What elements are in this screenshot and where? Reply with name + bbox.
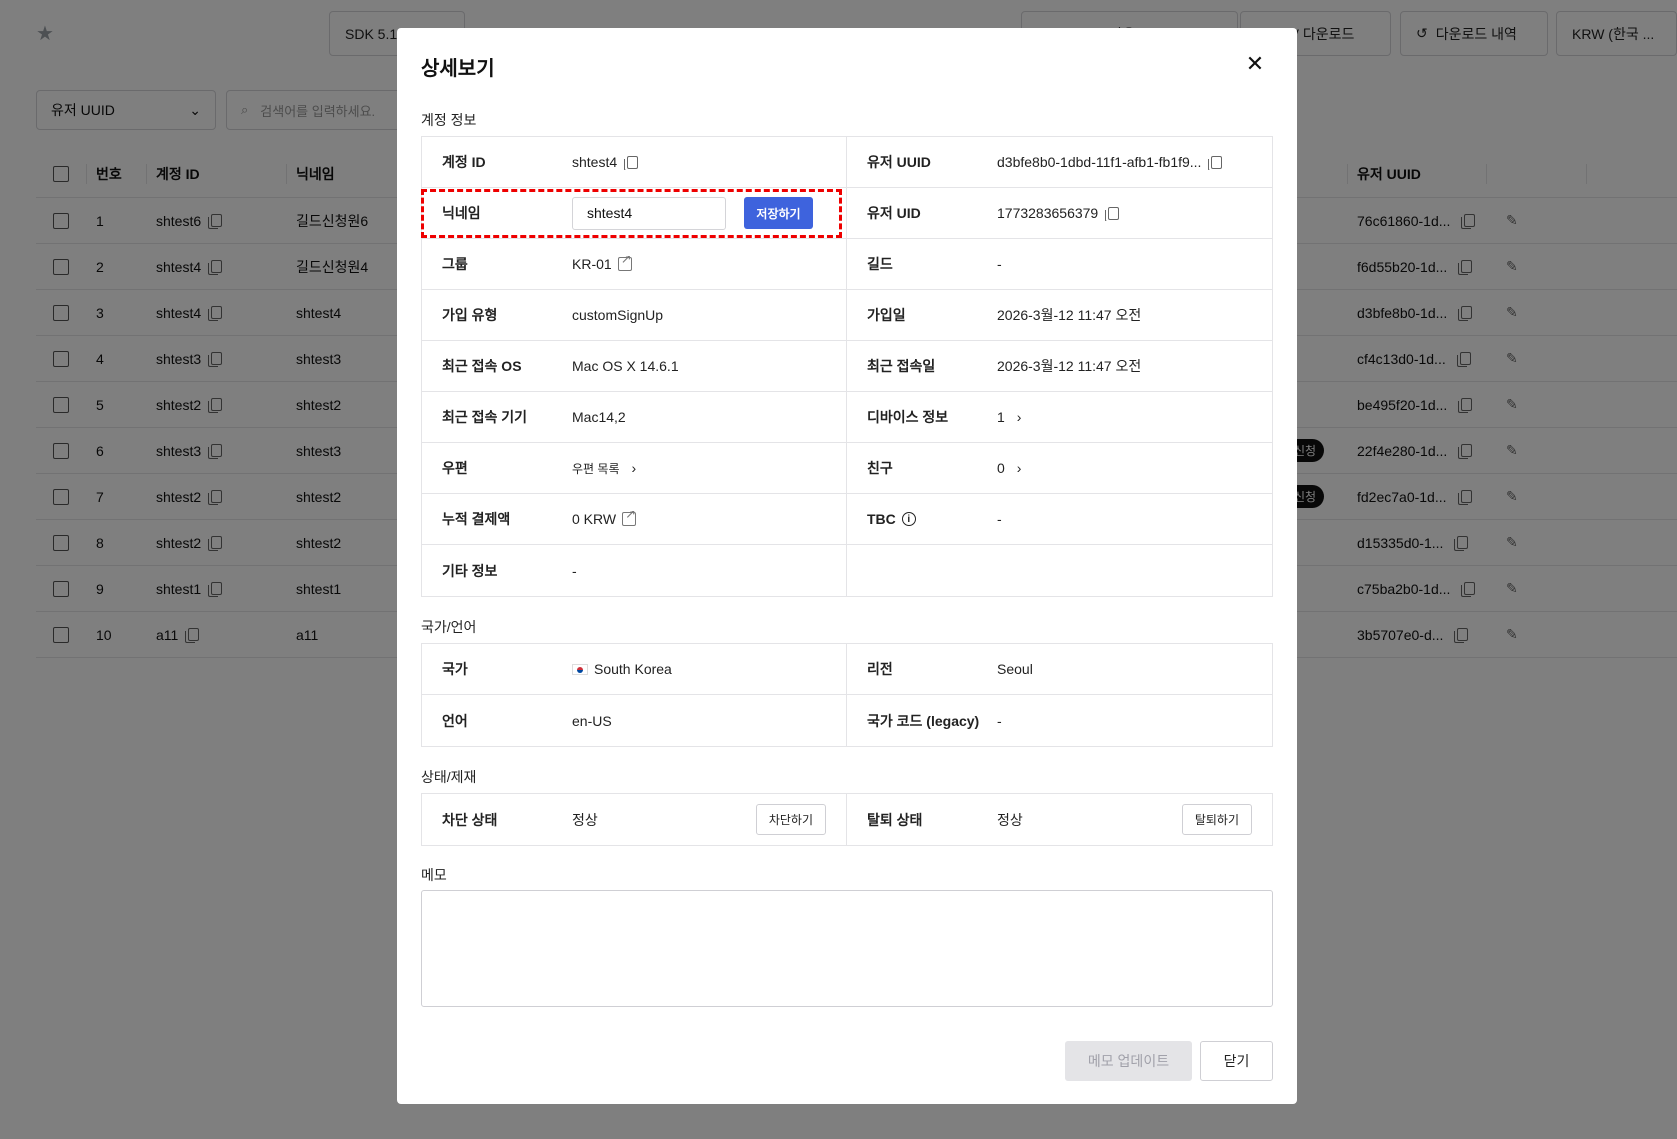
copy-icon[interactable] [1105,206,1120,221]
memo-textarea[interactable] [421,890,1273,1007]
user-uuid-value: d3bfe8b0-1dbd-11f1-afb1-fb1f9... [997,154,1202,170]
block-button[interactable]: 차단하기 [755,804,826,835]
tbc-value: - [997,511,1002,527]
chevron-right-icon: › [631,460,637,476]
group-value: KR-01 [572,256,612,272]
recent-login-value: 2026-3월-12 11:47 오전 [997,358,1142,374]
status-grid: 차단 상태 정상 차단하기 탈퇴 상태 정상 탈퇴하기 [421,793,1273,846]
region-value: Seoul [997,661,1033,677]
account-id-value: shtest4 [572,154,618,170]
external-link-icon[interactable] [617,256,632,271]
copy-icon[interactable] [624,155,639,170]
chevron-right-icon: › [1016,460,1022,476]
chevron-right-icon: › [1016,409,1022,425]
signup-date-value: 2026-3월-12 11:47 오전 [997,307,1142,323]
memo-update-button[interactable]: 메모 업데이트 [1065,1041,1192,1081]
legacy-code-value: - [997,712,1002,729]
external-link-icon[interactable] [622,511,637,526]
signup-type-value: customSignUp [572,307,664,323]
locale-section-label: 국가/언어 [421,619,477,635]
modal-title: 상세보기 [421,58,495,80]
device-info-link[interactable]: 1 › [997,409,1272,425]
close-button[interactable]: 닫기 [1200,1041,1273,1081]
recent-device-value: Mac14,2 [572,409,626,425]
close-icon[interactable]: ✕ [1243,52,1267,76]
memo-section-label: 메모 [421,867,447,883]
friend-link[interactable]: 0 › [997,460,1272,476]
recent-os-value: Mac OS X 14.6.1 [572,358,679,374]
locale-grid: 국가 South Korea 리전 Seoul 언어 en-US 국가 코드 (… [421,643,1273,747]
etc-value: - [572,562,577,579]
account-section-label: 계정 정보 [421,112,477,128]
save-nickname-button[interactable]: 저장하기 [744,197,813,229]
status-section-label: 상태/제재 [421,769,477,785]
guild-value: - [997,256,1002,272]
nickname-input[interactable] [572,196,726,230]
withdraw-button[interactable]: 탈퇴하기 [1181,804,1252,835]
detail-modal: 상세보기 ✕ 계정 정보 계정 ID shtest4 유저 UUID d3bfe… [397,28,1297,1104]
korea-flag-icon [572,663,588,675]
user-uid-value: 1773283656379 [997,205,1099,221]
account-info-grid: 계정 ID shtest4 유저 UUID d3bfe8b0-1dbd-11f1… [421,136,1273,597]
payment-value: 0 KRW [572,511,617,527]
info-icon[interactable]: i [901,512,916,526]
language-value: en-US [572,712,612,729]
copy-icon[interactable] [1208,155,1223,170]
country-value: South Korea [594,661,672,677]
mail-list-link[interactable]: 우편 목록 › [572,460,846,477]
